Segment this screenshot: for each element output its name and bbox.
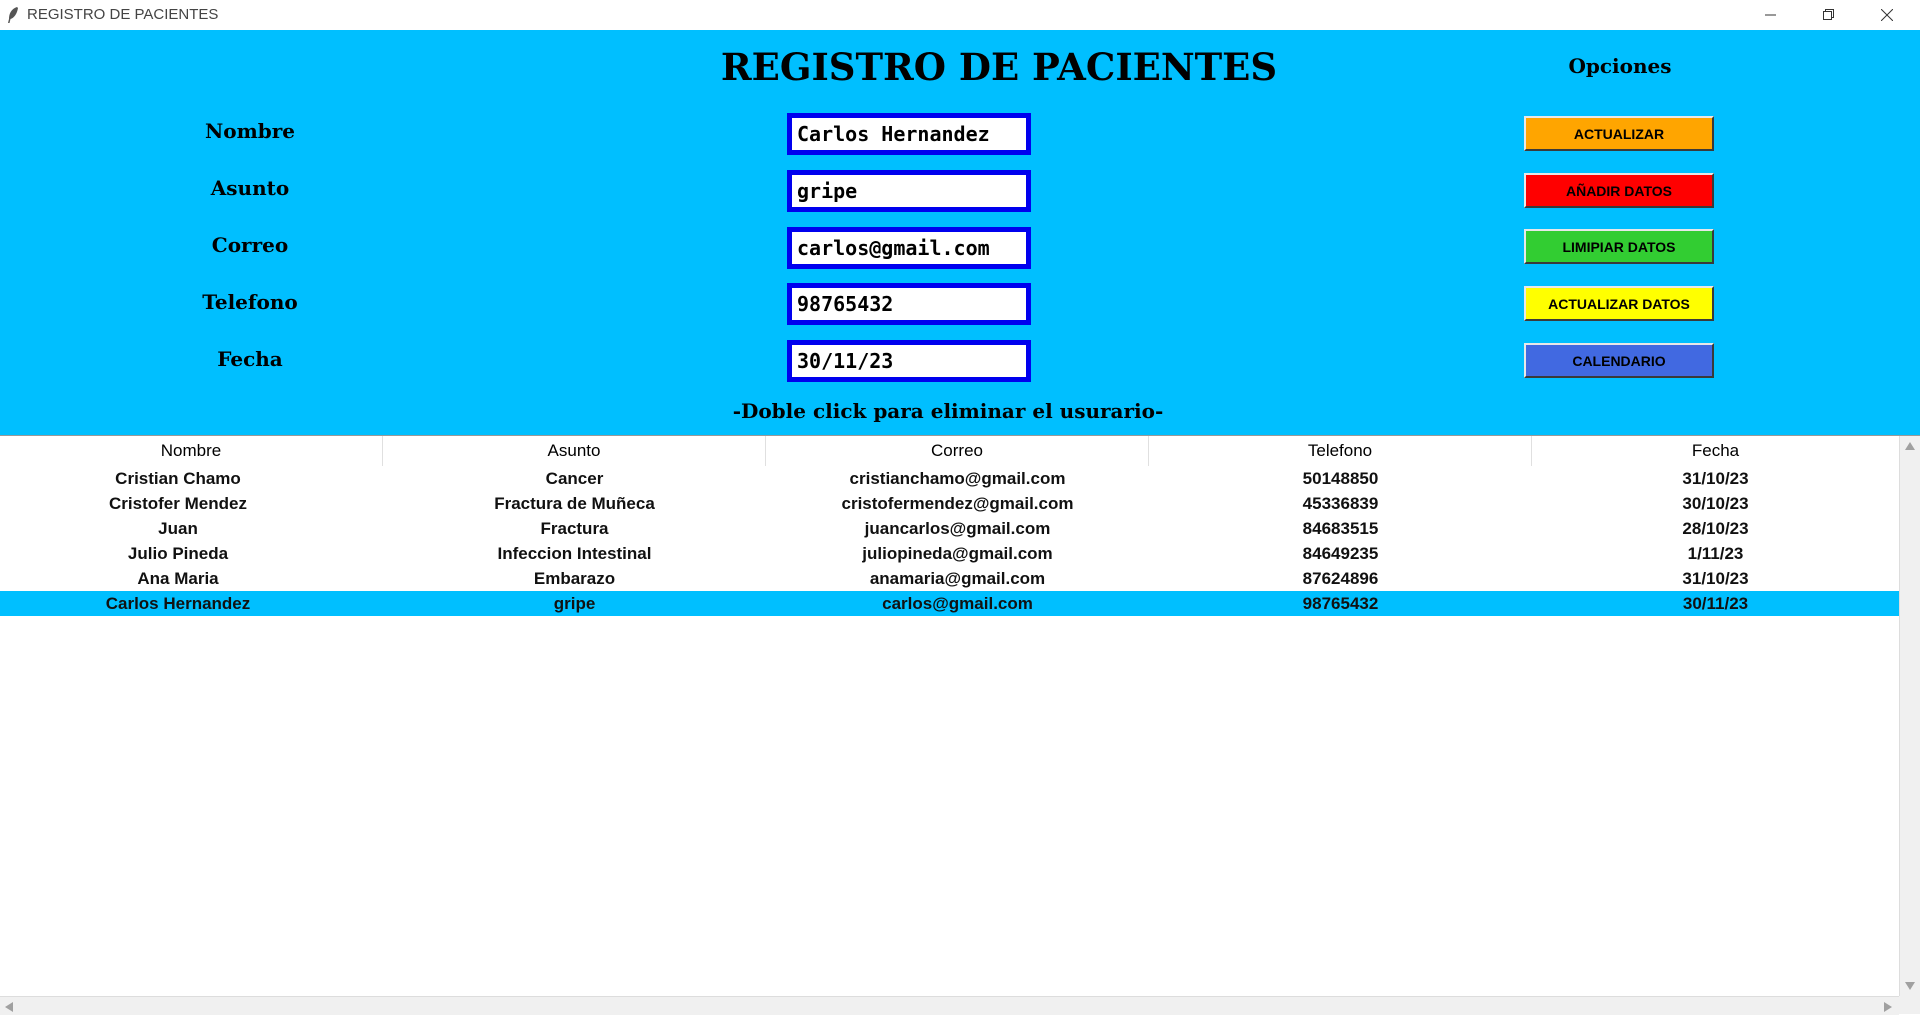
horizontal-scrollbar[interactable] [0, 996, 1899, 1015]
cell-asunto: Fractura de Muñeca [494, 494, 655, 513]
cell-fecha: 30/11/23 [1682, 594, 1749, 613]
table-row[interactable]: Carlos Hernandez gripe carlos@gmail.com 987… [0, 591, 1899, 616]
column-header-fecha[interactable]: Fecha [1532, 436, 1899, 466]
table-row[interactable]: Ana Maria Embarazo anamaria@gmail.com 87624… [0, 566, 1899, 591]
column-header-nombre[interactable]: Nombre [0, 436, 383, 466]
cell-asunto: Fractura [540, 519, 609, 538]
cell-correo: cristianchamo@gmail.com [849, 469, 1066, 488]
table-row[interactable]: Cristofer Mendez Fractura de Muñeca cristo… [0, 491, 1899, 516]
scroll-down-icon[interactable] [1905, 982, 1915, 990]
options-label: Opciones [1568, 54, 1672, 78]
minimize-icon [1765, 14, 1776, 16]
actualizar-datos-button[interactable]: ACTUALIZAR DATOS [1524, 286, 1714, 321]
window-title: REGISTRO DE PACIENTES [27, 6, 219, 23]
close-icon [1881, 9, 1893, 21]
table-row[interactable]: Cristian Chamo Cancer cristianchamo@gmail.… [0, 466, 1899, 491]
anadir-datos-button[interactable]: AÑADIR DATOS [1524, 173, 1714, 208]
delete-hint: -Doble click para eliminar el usurario- [732, 399, 1164, 423]
cell-fecha: 31/10/23 [1682, 469, 1749, 488]
fecha-input[interactable] [787, 340, 1031, 382]
window-titlebar: REGISTRO DE PACIENTES [0, 0, 1920, 31]
cell-correo: juliopineda@gmail.com [862, 544, 1053, 563]
cell-fecha: 30/10/23 [1682, 494, 1749, 513]
correo-input[interactable] [787, 227, 1031, 269]
cell-fecha: 31/10/23 [1682, 569, 1749, 588]
label-fecha: Fecha [217, 347, 283, 371]
cell-nombre: Cristofer Mendez [109, 494, 247, 513]
table-header: Nombre Asunto Correo Telefono Fecha [0, 436, 1899, 466]
cell-nombre: Juan [158, 519, 198, 538]
cell-asunto: gripe [553, 594, 596, 613]
scroll-up-icon[interactable] [1905, 442, 1915, 450]
vertical-scrollbar[interactable] [1899, 436, 1920, 996]
scrollbar-corner [1899, 996, 1920, 1014]
feather-icon [8, 7, 18, 23]
label-correo: Correo [211, 233, 289, 257]
scroll-right-icon[interactable] [1884, 1002, 1892, 1012]
cell-correo: anamaria@gmail.com [869, 569, 1046, 588]
cell-telefono: 45336839 [1302, 494, 1379, 513]
cell-correo: carlos@gmail.com [882, 594, 1033, 613]
cell-nombre: Ana Maria [137, 569, 219, 588]
cell-telefono: 50148850 [1302, 469, 1379, 488]
column-header-telefono[interactable]: Telefono [1149, 436, 1532, 466]
cell-correo: juancarlos@gmail.com [864, 519, 1051, 538]
cell-telefono: 98765432 [1302, 594, 1379, 613]
patients-table[interactable]: Nombre Asunto Correo Telefono Fecha Cris… [0, 435, 1920, 1015]
nombre-input[interactable] [787, 113, 1031, 155]
form-panel: REGISTRO DE PACIENTES Opciones Nombre As… [0, 30, 1920, 435]
scroll-left-icon[interactable] [5, 1002, 13, 1012]
actualizar-button[interactable]: ACTUALIZAR [1524, 116, 1714, 151]
limpiar-datos-button[interactable]: LIMIPIAR DATOS [1524, 229, 1714, 264]
cell-telefono: 84649235 [1302, 544, 1379, 563]
column-header-asunto[interactable]: Asunto [383, 436, 766, 466]
cell-asunto: Cancer [545, 469, 604, 488]
table-row[interactable]: Juan Fractura juancarlos@gmail.com 84683515… [0, 516, 1899, 541]
cell-nombre: Cristian Chamo [115, 469, 241, 488]
table-row[interactable]: Julio Pineda Infeccion Intestinal juliopin… [0, 541, 1899, 566]
telefono-input[interactable] [787, 283, 1031, 325]
cell-nombre: Julio Pineda [127, 544, 229, 563]
restore-button[interactable] [1800, 0, 1858, 30]
cell-fecha: 1/11/23 [1687, 544, 1744, 563]
label-telefono: Telefono [202, 290, 298, 314]
cell-asunto: Embarazo [533, 569, 616, 588]
label-nombre: Nombre [204, 119, 296, 143]
cell-telefono: 84683515 [1302, 519, 1379, 538]
cell-fecha: 28/10/23 [1682, 519, 1749, 538]
cell-telefono: 87624896 [1302, 569, 1379, 588]
cell-nombre: Carlos Hernandez [105, 594, 251, 613]
minimize-button[interactable] [1742, 0, 1800, 30]
restore-icon [1823, 9, 1834, 20]
cell-asunto: Infeccion Intestinal [497, 544, 652, 563]
asunto-input[interactable] [787, 170, 1031, 212]
calendario-button[interactable]: CALENDARIO [1524, 343, 1714, 378]
close-button[interactable] [1858, 0, 1916, 30]
cell-correo: cristofermendez@gmail.com [841, 494, 1074, 513]
column-header-correo[interactable]: Correo [766, 436, 1149, 466]
label-asunto: Asunto [210, 176, 290, 200]
